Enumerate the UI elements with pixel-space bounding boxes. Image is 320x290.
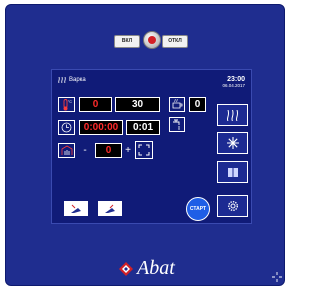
humidity-minus-button[interactable]: -: [79, 143, 91, 158]
clock: 23:00 06.04.2017: [222, 76, 245, 88]
humidity-button[interactable]: [58, 143, 75, 158]
power-on-label: ВКЛ: [114, 35, 140, 48]
book-icon: [227, 167, 239, 178]
settings-button[interactable]: [217, 195, 248, 217]
steam-mode-button[interactable]: [217, 104, 248, 126]
thermometer-button[interactable]: °C: [58, 97, 75, 112]
start-button[interactable]: СТАРТ: [186, 197, 210, 221]
temperature-set-value[interactable]: 0: [79, 97, 112, 112]
clock-time: 23:00: [227, 76, 245, 83]
snowflake-icon: [226, 137, 239, 149]
touch-screen: Варка 23:00 06.04.2017 °C 0 30 0 0:00:00: [51, 69, 252, 224]
abat-logo-icon: [118, 261, 134, 276]
portion-value[interactable]: 0: [189, 97, 206, 112]
steam-icon: [58, 77, 66, 83]
water-button[interactable]: [169, 117, 185, 132]
mode-title-text: Варка: [69, 77, 86, 83]
gear-icon: [227, 200, 239, 212]
portion-text: 0: [194, 99, 201, 110]
clock-icon: [61, 122, 72, 133]
humidity-icon: [61, 145, 73, 156]
timer-button[interactable]: [58, 120, 75, 135]
timer-set-time[interactable]: 0:01: [126, 120, 160, 135]
humidity-value[interactable]: 0: [95, 143, 122, 158]
power-knob[interactable]: [143, 31, 161, 49]
brand-logo: Abat: [118, 257, 175, 280]
humidity-value-text: 0: [105, 145, 112, 156]
cup-icon: [172, 99, 183, 110]
steam-icon: [226, 109, 239, 121]
brand-name: Abat: [137, 257, 175, 279]
svg-text:°C: °C: [68, 100, 72, 104]
recipes-book-button[interactable]: [217, 161, 248, 183]
timer-countdown-text: 0:00:00: [83, 122, 119, 133]
oven-control-panel: ВКЛ ОТКЛ Варка 23:00 06.04.2017 °C 0 30: [5, 4, 285, 286]
timer-set-text: 0:01: [132, 122, 153, 133]
knob-indicator: [148, 36, 156, 44]
start-label: СТАРТ: [189, 206, 207, 212]
tray-unload-button[interactable]: [98, 201, 122, 216]
clock-date: 06.04.2017: [222, 83, 245, 88]
power-off-label: ОТКЛ: [162, 35, 188, 48]
cooling-mode-button[interactable]: [217, 132, 248, 154]
mode-title: Варка: [58, 77, 86, 83]
cup-button[interactable]: [169, 97, 185, 112]
temperature-actual-value: 30: [115, 97, 160, 112]
power-knob-assembly: ВКЛ ОТКЛ: [114, 31, 188, 49]
temperature-actual-text: 30: [131, 99, 144, 110]
tray-load-icon: [69, 204, 83, 214]
timer-countdown[interactable]: 0:00:00: [79, 120, 123, 135]
humidity-minus-text: -: [83, 145, 87, 156]
humidity-plus-button[interactable]: +: [123, 143, 133, 158]
crosshair-icon: [272, 272, 282, 282]
expand-icon: [138, 144, 150, 156]
tray-load-button[interactable]: [64, 201, 88, 216]
fullscreen-button[interactable]: [135, 141, 153, 159]
thermometer-icon: °C: [61, 98, 72, 111]
temperature-set-text: 0: [92, 99, 99, 110]
faucet-icon: [172, 119, 183, 130]
tray-unload-icon: [103, 204, 117, 214]
humidity-plus-text: +: [125, 145, 131, 156]
